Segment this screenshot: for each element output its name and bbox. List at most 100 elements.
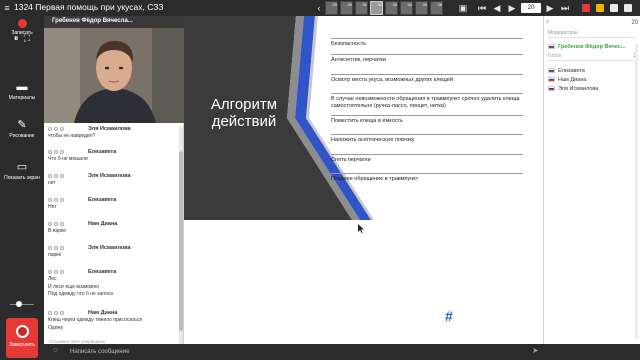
step-item: В случае невозможности обращения в травм… (331, 93, 523, 110)
guests-section: Гости 3 (548, 53, 636, 61)
slide-thumbnail-active[interactable]: 32 (370, 1, 383, 15)
screen-icon: ▭ (16, 161, 28, 173)
presenter-video (44, 28, 184, 123)
chat-scroll-thumb[interactable] (179, 151, 183, 331)
message-text: Клещ через одежду тяжело присосаться (48, 317, 143, 323)
participant-guest[interactable]: Елизавета (548, 66, 636, 75)
step-item: Позднее обращение в травмпункт (331, 173, 523, 183)
chat-message: Нам Диана В парке (48, 220, 178, 235)
stop-icon[interactable] (582, 4, 590, 12)
volume-slider[interactable] (6, 300, 38, 308)
slide-thumbnail[interactable]: 30 (340, 1, 353, 15)
slide-thumbnail[interactable]: 36 (430, 1, 443, 15)
share-screen-button[interactable]: ▭ Показать экран (0, 161, 44, 182)
share-screen-label: Показать экран (4, 175, 40, 181)
chat-message: Елизавета Нет (48, 196, 178, 211)
next-slide-icon[interactable]: ▶ (505, 1, 519, 15)
thumbs-prev-icon[interactable]: ‹ (312, 1, 326, 15)
chat-message: Елизавета Лес И лесе еще возможно Под од… (48, 268, 178, 298)
left-toolbar: Записать ⏸ ⛶ ▬ Материалы ✎ Рисование ▭ П… (0, 16, 44, 360)
message-text: чтобы не навредил? (48, 133, 96, 139)
message-text: Под одежду что б не заполз (48, 291, 113, 297)
message-author: Елизавета (88, 269, 117, 275)
finish-label: Завершить (9, 342, 35, 348)
step-item: Осмотр места укуса, возможных других кле… (331, 74, 523, 84)
settings-icon[interactable] (624, 4, 632, 12)
presentation-area: Алгоритм действий Безопасность Антисепти… (184, 16, 603, 344)
slide-counter[interactable]: 20 (521, 3, 541, 13)
pause-icon[interactable]: ⏸ (14, 33, 19, 43)
participants-search[interactable]: ⌕ 20 (546, 18, 638, 28)
next-icon[interactable]: ▶ (543, 1, 557, 15)
first-slide-icon[interactable]: ⏮ (475, 1, 489, 15)
participant-name: Елизавета (558, 67, 585, 74)
message-text: Лес (48, 276, 57, 282)
record-controls: ⏸ ⛶ (0, 33, 44, 43)
slide-title: Алгоритм действий (210, 96, 278, 130)
last-slide-icon[interactable]: ⏭ (558, 1, 572, 15)
participants-count: 20 (631, 20, 638, 26)
chat-scrollbar[interactable] (179, 126, 183, 344)
presenter-header: Гребенев Фёдор Вячесла... (44, 16, 184, 28)
slide-thumbnail[interactable]: 29 (325, 1, 338, 15)
message-text: Что б не мешали (48, 156, 88, 162)
materials-button[interactable]: ▬ Материалы (0, 82, 44, 102)
bottom-bar: ☺ Написать сообщение ➤ (44, 344, 640, 360)
message-text: парке (48, 252, 62, 258)
step-item: Снять перчатки (331, 154, 523, 164)
image-icon[interactable]: ▣ (456, 1, 470, 15)
flag-icon (548, 44, 555, 49)
step-item: Безопасность (331, 38, 523, 48)
message-author: Эля Исмаилова (88, 173, 131, 179)
volume-knob[interactable] (16, 301, 22, 307)
finish-button[interactable]: Завершить (6, 318, 38, 358)
message-text: Нет (48, 204, 57, 210)
participant-guest[interactable]: Нам Диана (548, 75, 636, 84)
brush-icon: ✎ (17, 119, 27, 131)
search-icon[interactable]: ⌕ (546, 19, 554, 27)
prev-slide-icon[interactable]: ◀ (490, 1, 504, 15)
fullscreen-icon[interactable] (610, 4, 618, 12)
expand-icon[interactable]: ⛶ (24, 33, 30, 43)
moderators-section: Модераторы (548, 30, 636, 38)
top-bar: ≡ 1324 Первая помощь при укусах, СЗЗ ‹ 2… (0, 0, 640, 16)
materials-label: Материалы (8, 95, 36, 101)
slide-thumbnail[interactable]: 31 (355, 1, 368, 15)
webinar-title: 1324 Первая помощь при укусах, СЗЗ (14, 2, 164, 12)
participants-scrollbar[interactable] (635, 44, 638, 339)
record-icon (17, 19, 27, 28)
participant-name: Нам Диана (558, 76, 587, 83)
message-text: нет (48, 180, 56, 186)
hashtag: # (445, 308, 453, 324)
drawing-label: Рисование (9, 133, 35, 139)
participant-guest[interactable]: Эля Исмаилова (548, 84, 636, 93)
send-icon[interactable]: ➤ (532, 346, 539, 355)
message-text: Одежу (48, 324, 64, 331)
message-author: Эля Исмаилова (88, 126, 131, 132)
chat-message: Эля Исмаилова нет (48, 172, 178, 187)
slide-thumbnail[interactable]: 33 (385, 1, 398, 15)
message-author: Елизавета (88, 197, 117, 203)
participant-moderator[interactable]: Гребенев Фёдор Вячес... (548, 42, 636, 51)
chat-messages: Эля Исмаилова чтобы не навредил? Елизаве… (44, 123, 180, 345)
finish-icon (15, 325, 29, 338)
message-text: В парке (48, 228, 67, 234)
message-author: Елизавета (88, 149, 117, 155)
slide-thumbnail[interactable]: 35 (415, 1, 428, 15)
slide-thumbnail[interactable]: 34 (400, 1, 413, 15)
pointer-icon[interactable] (596, 4, 604, 12)
chat-message: Эля Исмаилова чтобы не навредил? (48, 125, 178, 140)
record-button[interactable]: Записать (0, 19, 44, 36)
slide-thumbnails: 29 30 31 32 33 34 35 36 (325, 1, 443, 15)
participant-name: Гребенев Фёдор Вячес... (558, 43, 626, 50)
drawing-button[interactable]: ✎ Рисование (0, 119, 44, 140)
message-input[interactable]: Написать сообщение (50, 347, 550, 357)
participants-panel: ⌕ 20 Модераторы Гребенев Фёдор Вячес... … (543, 16, 640, 344)
chat-message: Эля Исмаилова парке (48, 244, 178, 259)
step-item: Наложить асептическую повязку (331, 134, 523, 144)
message-author: Нам Диана (88, 221, 118, 227)
mouse-cursor-icon (358, 224, 364, 233)
message-author: Нам Диана (88, 310, 118, 316)
presenter-video-frame (44, 28, 184, 123)
menu-icon[interactable]: ≡ (0, 1, 14, 15)
